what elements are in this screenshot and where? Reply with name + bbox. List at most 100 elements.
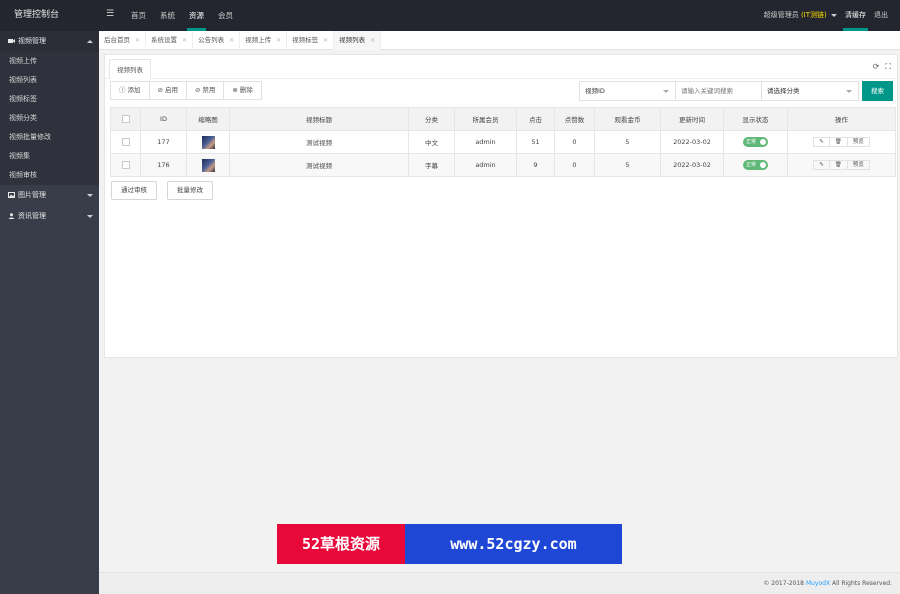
close-icon[interactable]: ✕ xyxy=(135,31,140,50)
chevron-down-icon xyxy=(846,90,852,93)
close-icon[interactable]: ✕ xyxy=(229,31,234,50)
search-field-value: 视频ID xyxy=(585,87,605,95)
sidebar-group-video[interactable]: 视频管理 xyxy=(0,31,99,52)
preview-button[interactable]: 预览 xyxy=(848,161,869,169)
trash-icon[interactable]: 🗑 xyxy=(830,138,848,146)
search-field-select[interactable]: 视频ID xyxy=(579,81,676,101)
row-checkbox-cell xyxy=(110,153,141,177)
status-toggle[interactable]: 正常 xyxy=(743,137,768,147)
sidebar-group-news[interactable]: 资讯管理 xyxy=(0,206,99,227)
video-table: ID 缩略图 视频标题 分类 所属会员 点击 点赞数 观看金币 更新时间 显示状… xyxy=(110,107,896,177)
sidebar-group-images[interactable]: 图片管理 xyxy=(0,185,99,206)
footer-copyright: © 2017-2018 xyxy=(763,580,805,587)
sidebar-item-video-category[interactable]: 视频分类 xyxy=(0,109,99,128)
column-header[interactable]: 点赞数 xyxy=(554,107,595,131)
clear-cache-button[interactable]: 清缓存 xyxy=(841,0,870,31)
ban-icon: ⊘ xyxy=(194,86,201,94)
sidebar-item-video-sets[interactable]: 视频集 xyxy=(0,147,99,166)
cell-member: admin xyxy=(454,130,517,154)
status-toggle[interactable]: 正常 xyxy=(743,160,768,170)
tab-label: 视频列表 xyxy=(339,36,366,44)
card-tools: ⟳ ⛶ xyxy=(873,62,891,72)
cell-thumbnail xyxy=(186,153,230,177)
admin-role-label[interactable]: 超级管理员 (IT测链) xyxy=(760,0,841,31)
sidebar-video-submenu: 视频上传 视频列表 视频标签 视频分类 视频批量修改 视频集 视频审核 xyxy=(0,52,99,185)
close-icon[interactable]: ✕ xyxy=(370,31,375,50)
app-logo[interactable]: 管理控制台 xyxy=(0,0,99,31)
tab-home[interactable]: 后台首页 ✕ xyxy=(99,31,147,50)
trash-icon[interactable]: 🗑 xyxy=(830,161,848,169)
batch-approve-button[interactable]: 通过审核 xyxy=(111,181,157,200)
cell-coins: 5 xyxy=(594,130,661,154)
edit-icon[interactable]: ✎ xyxy=(814,161,830,169)
cell-title: 测试视频 xyxy=(229,130,409,154)
close-icon[interactable]: ✕ xyxy=(323,31,328,50)
category-select[interactable]: 请选择分类 xyxy=(762,81,859,101)
username: (IT测链) xyxy=(800,11,827,19)
nav-home[interactable]: 首页 xyxy=(124,0,153,31)
sidebar-item-video-list[interactable]: 视频列表 xyxy=(0,71,99,90)
edit-icon[interactable]: ✎ xyxy=(814,138,830,146)
row-checkbox[interactable] xyxy=(121,138,130,146)
close-icon[interactable]: ✕ xyxy=(182,31,187,50)
row-checkbox-cell xyxy=(110,130,141,154)
column-header: 操作 xyxy=(787,107,896,131)
tab-video-upload[interactable]: 视频上传 ✕ xyxy=(240,31,288,50)
batch-edit-button[interactable]: 批量修改 xyxy=(167,181,213,200)
search-bar: 视频ID 请选择分类 搜索 xyxy=(579,81,893,101)
refresh-icon[interactable]: ⟳ xyxy=(873,62,880,72)
disable-button[interactable]: ⊘ 禁用 xyxy=(186,82,225,99)
row-ops-group: ✎ 🗑 预览 xyxy=(813,160,870,170)
user-icon xyxy=(8,213,15,219)
select-all-checkbox[interactable] xyxy=(121,115,130,123)
nav-resources[interactable]: 资源 xyxy=(182,0,211,31)
close-circle-icon: ⊗ xyxy=(232,86,238,94)
add-button[interactable]: ⓘ 添加 xyxy=(111,82,150,99)
watermark-left: 52草根资源 xyxy=(277,524,405,564)
cell-status: 正常 xyxy=(723,153,788,177)
sidebar-group-news-label: 资讯管理 xyxy=(18,212,46,220)
sidebar-group-video-label: 视频管理 xyxy=(18,37,46,45)
video-thumbnail[interactable] xyxy=(201,135,215,149)
column-header[interactable]: 点击 xyxy=(516,107,555,131)
page-tabs: 后台首页 ✕ 系统设置 ✕ 公告列表 ✕ 视频上传 ✕ 视频标签 ✕ 视频列表 ✕ xyxy=(99,31,900,50)
card-tab-video-list[interactable]: 视频列表 xyxy=(109,59,151,79)
column-header: 缩略图 xyxy=(186,107,230,131)
delete-button[interactable]: ⊗ 删除 xyxy=(224,82,261,99)
tab-video-tags[interactable]: 视频标签 ✕ xyxy=(287,31,335,50)
close-icon[interactable]: ✕ xyxy=(276,31,281,50)
logout-button[interactable]: 退出 xyxy=(870,0,892,31)
tab-system-settings[interactable]: 系统设置 ✕ xyxy=(146,31,194,50)
video-icon xyxy=(8,39,15,43)
sidebar-item-video-batch-edit[interactable]: 视频批量修改 xyxy=(0,128,99,147)
video-thumbnail[interactable] xyxy=(201,158,215,172)
column-header[interactable]: 更新时间 xyxy=(660,107,724,131)
chevron-down-icon xyxy=(87,215,93,218)
nav-members[interactable]: 会员 xyxy=(211,0,240,31)
add-label: 添加 xyxy=(127,86,141,94)
sidebar-item-video-tags[interactable]: 视频标签 xyxy=(0,90,99,109)
table-row: 177 测试视频 中文 admin 51 0 5 2022-03-02 正常 ✎… xyxy=(110,130,896,154)
fullscreen-icon[interactable]: ⛶ xyxy=(885,62,891,72)
sidebar-item-video-review[interactable]: 视频审核 xyxy=(0,166,99,185)
keyword-input[interactable] xyxy=(676,81,762,101)
sidebar-item-video-upload[interactable]: 视频上传 xyxy=(0,52,99,71)
hamburger-icon[interactable]: ☰ xyxy=(106,9,114,19)
sidebar: 视频管理 视频上传 视频列表 视频标签 视频分类 视频批量修改 视频集 视频审核… xyxy=(0,31,99,594)
footer-brand-link[interactable]: MuyodX xyxy=(806,580,830,587)
column-header: 观看金币 xyxy=(594,107,661,131)
tab-notice-list[interactable]: 公告列表 ✕ xyxy=(193,31,241,50)
cell-title: 测试视频 xyxy=(229,153,409,177)
cell-clicks: 51 xyxy=(516,130,555,154)
check-circle-icon: ⊘ xyxy=(157,86,163,94)
watermark-right: www.52cgzy.com xyxy=(405,524,622,564)
admin-role-text: 超级管理员 xyxy=(763,11,799,19)
row-checkbox[interactable] xyxy=(121,161,130,169)
nav-system[interactable]: 系统 xyxy=(153,0,182,31)
preview-button[interactable]: 预览 xyxy=(848,138,869,146)
tab-video-list[interactable]: 视频列表 ✕ xyxy=(334,31,382,50)
column-header[interactable]: ID xyxy=(140,107,187,131)
search-button[interactable]: 搜索 xyxy=(862,81,893,101)
enable-button[interactable]: ⊘ 启用 xyxy=(149,82,187,99)
chevron-up-icon xyxy=(87,40,93,43)
